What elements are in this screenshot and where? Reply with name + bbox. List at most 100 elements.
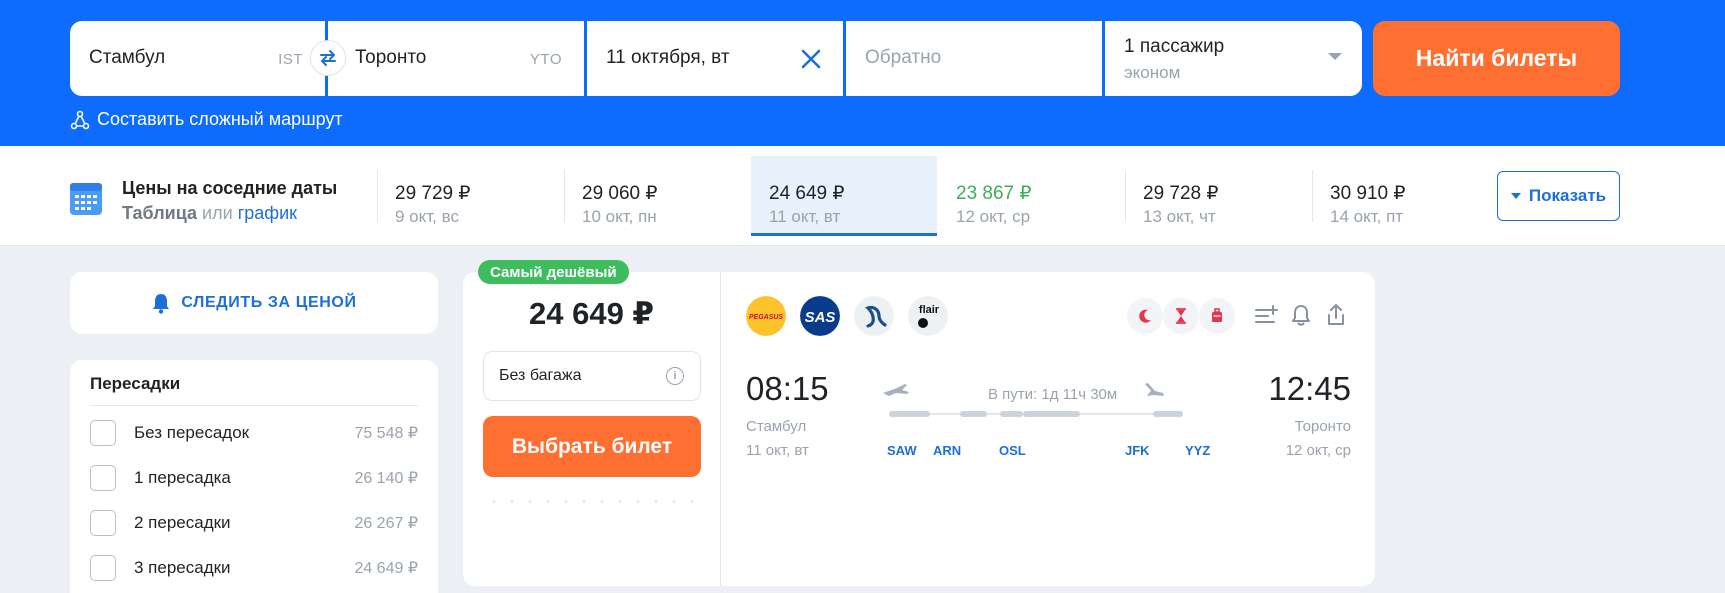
route-icon [70, 110, 90, 129]
bell-icon[interactable] [1286, 300, 1316, 330]
complex-route-link[interactable]: Составить сложный маршрут [70, 109, 343, 130]
date-price: 24 649 ₽ [769, 183, 845, 204]
flight-segment [889, 411, 930, 417]
table-view-link[interactable]: Таблица [122, 203, 197, 223]
date-cell-10-oct[interactable]: 29 060 ₽ 10 окт, пн [564, 156, 750, 236]
takeoff-icon [883, 384, 909, 396]
destination-code: YTO [529, 51, 562, 68]
complex-route-label: Составить сложный маршрут [97, 109, 343, 129]
destination-city: Торонто [355, 47, 427, 68]
sas-logo: SAS [800, 296, 840, 336]
info-icon[interactable]: i [666, 367, 684, 385]
baggage-option[interactable]: Без багажа i [483, 351, 701, 401]
tail-logo [854, 296, 894, 336]
cheapest-badge: Самый дешёвый [478, 260, 629, 284]
filter-option-nonstop[interactable]: Без пересадок 75 548 ₽ [90, 418, 418, 448]
baggage-recheck-icon[interactable] [1199, 298, 1235, 334]
destination-field[interactable]: Торонто YTO [328, 21, 584, 96]
stops-filter-title: Пересадки [90, 374, 181, 393]
flair-logo: flair [908, 296, 948, 336]
date-price: 23 867 ₽ [956, 183, 1032, 204]
swap-icon [320, 50, 336, 66]
divider [90, 405, 418, 406]
night-flight-icon[interactable] [1127, 298, 1163, 334]
share-icon[interactable] [1321, 300, 1351, 330]
swap-button[interactable] [310, 40, 346, 76]
filter-label: 3 пересадки [134, 558, 231, 577]
date-price: 29 060 ₽ [582, 183, 658, 204]
filter-label: 2 пересадки [134, 513, 231, 532]
date-cell-12-oct[interactable]: 23 867 ₽ 12 окт, ср [938, 156, 1124, 236]
chevron-down-icon [1328, 53, 1342, 60]
search-band: Стамбул IST Торонто YTO 11 октября, вт О… [0, 0, 1725, 146]
nearby-dates-view-switch: Таблица или график [122, 203, 297, 224]
date-day: 11 окт, вт [769, 207, 841, 226]
date-cell-13-oct[interactable]: 29 728 ₽ 13 окт, чт [1125, 156, 1311, 236]
depart-date-value: 11 октября, вт [606, 47, 730, 68]
chart-view-link[interactable]: график [238, 203, 297, 223]
filter-price: 26 140 ₽ [354, 470, 418, 487]
pegasus-wordmark: PEGASUS [749, 314, 784, 321]
ticket-price: 24 649 ₽ [529, 296, 654, 331]
calendar-icon [70, 183, 102, 215]
stop-code: JFK [1125, 443, 1150, 458]
filter-price: 26 267 ₽ [354, 515, 418, 532]
origin-field[interactable]: Стамбул IST [70, 21, 346, 96]
departure-time: 08:15 [746, 370, 829, 407]
flight-segment [960, 411, 987, 417]
bell-icon [153, 294, 170, 314]
checkbox[interactable] [90, 555, 116, 581]
passengers-field[interactable]: 1 пассажир эконом [1105, 21, 1362, 96]
date-cell-11-oct-selected[interactable]: 24 649 ₽ 11 окт, вт [751, 156, 937, 236]
show-dates-label: Показать [1528, 186, 1607, 205]
passengers-count: 1 пассажир [1124, 36, 1225, 57]
filter-option-3-stops[interactable]: 3 пересадки 24 649 ₽ [90, 553, 418, 583]
dotted-separator [485, 500, 699, 503]
stop-code: YYZ [1185, 443, 1211, 458]
filter-price: 24 649 ₽ [354, 560, 418, 577]
choose-ticket-button[interactable]: Выбрать билет [483, 416, 701, 477]
return-placeholder: Обратно [865, 47, 942, 68]
arrival-date: 12 окт, ср [1285, 442, 1351, 459]
date-day: 13 окт, чт [1143, 207, 1216, 226]
nearby-dates-strip: Цены на соседние даты Таблица или график… [0, 146, 1725, 246]
baggage-label: Без багажа [499, 367, 582, 384]
nearby-dates-title: Цены на соседние даты [122, 178, 338, 198]
caret-down-icon [1510, 193, 1521, 199]
date-cell-14-oct[interactable]: 30 910 ₽ 14 окт, пт [1312, 156, 1498, 236]
date-price: 29 729 ₽ [395, 183, 471, 204]
origin-code: IST [278, 51, 303, 68]
add-to-list-icon[interactable] [1251, 300, 1281, 330]
date-day: 14 окт, пт [1330, 207, 1404, 226]
or-text: или [202, 203, 233, 223]
divider [377, 170, 378, 222]
departure-city: Стамбул [746, 418, 807, 435]
divider [1312, 170, 1313, 222]
checkbox[interactable] [90, 420, 116, 446]
checkbox[interactable] [90, 465, 116, 491]
close-icon [801, 49, 821, 69]
route-timeline [883, 383, 1183, 417]
filter-label: Без пересадок [134, 423, 250, 442]
cabin-class: эконом [1124, 63, 1181, 82]
long-layover-icon[interactable] [1163, 298, 1199, 334]
filter-label: 1 пересадка [134, 468, 231, 487]
date-price: 30 910 ₽ [1330, 183, 1406, 204]
search-button[interactable]: Найти билеты [1373, 21, 1620, 96]
return-date-field[interactable]: Обратно [846, 21, 1102, 96]
search-form: Стамбул IST Торонто YTO 11 октября, вт О… [70, 21, 1362, 96]
departure-date: 11 окт, вт [746, 442, 809, 459]
watch-price-button[interactable]: СЛЕДИТЬ ЗА ЦЕНОЙ [70, 272, 438, 334]
filter-option-2-stops[interactable]: 2 пересадки 26 267 ₽ [90, 508, 418, 538]
divider [720, 272, 721, 586]
date-cell-9-oct[interactable]: 29 729 ₽ 9 окт, вс [377, 156, 563, 236]
show-dates-button[interactable]: Показать [1497, 171, 1620, 221]
depart-date-field[interactable]: 11 октября, вт [587, 21, 843, 96]
ticket-card: 24 649 ₽ Без багажа i Выбрать билет PEGA… [463, 272, 1375, 586]
divider [1125, 170, 1126, 222]
origin-city: Стамбул [89, 47, 166, 68]
filter-option-1-stop[interactable]: 1 пересадка 26 140 ₽ [90, 463, 418, 493]
filter-price: 75 548 ₽ [354, 425, 418, 442]
clear-date-button[interactable] [797, 45, 825, 73]
checkbox[interactable] [90, 510, 116, 536]
